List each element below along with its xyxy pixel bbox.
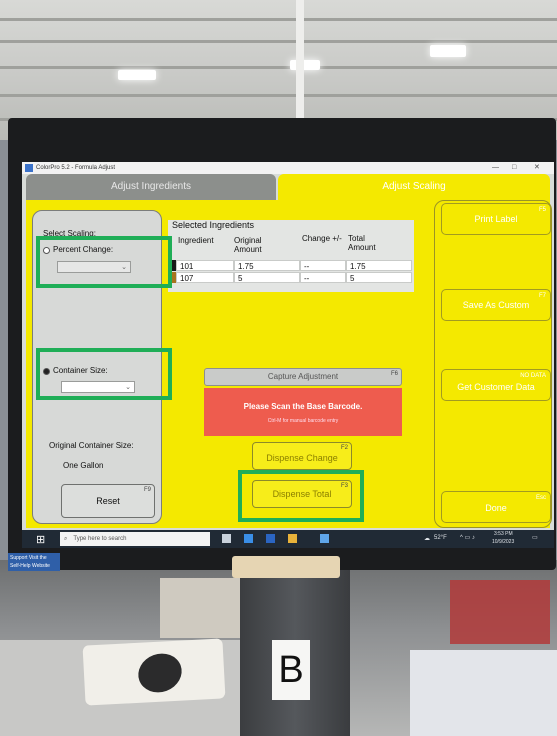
print-label-button[interactable]: Print Label F5: [441, 203, 551, 235]
column-header-original: Original Amount: [234, 236, 262, 254]
chrome-icon[interactable]: [266, 534, 275, 543]
capture-label: Capture Adjustment: [267, 372, 339, 381]
tab-bar: Adjust Ingredients Adjust Scaling: [22, 174, 554, 200]
cell-total: 5: [346, 272, 412, 283]
save-custom-text: Save As Custom: [462, 300, 530, 310]
cell-ingredient: 101: [176, 260, 234, 271]
cell-change: --: [300, 260, 346, 271]
clock-time: 3:53 PM: [494, 531, 513, 537]
weather-icon: ☁: [424, 536, 430, 542]
taskbar: ⊞ ⌕ Type here to search ☁ 52°F ^ ▭ ♪ 3:53…: [22, 530, 554, 548]
column-header-total: Total Amount: [348, 234, 376, 252]
column-header-change: Change +/-: [302, 234, 342, 243]
action-panel: Print Label F5 Save As Custom F7 Get Cus…: [434, 200, 552, 528]
task-view-icon[interactable]: [222, 534, 231, 543]
window-title: ColorPro 5.2 - Formula Adjust: [36, 165, 116, 171]
scan-title: Please Scan the Base Barcode.: [243, 402, 363, 411]
original-container-label: Original Container Size:: [49, 441, 134, 450]
red-cart: [450, 580, 550, 644]
cell-original: 1.75: [234, 260, 300, 271]
highlight-percent-change: [36, 236, 172, 288]
scan-barcode-panel: Please Scan the Base Barcode. Ctrl-M for…: [204, 388, 402, 436]
reset-button[interactable]: Reset F9: [61, 484, 155, 518]
save-as-custom-button[interactable]: Save As Custom F7: [441, 289, 551, 321]
search-placeholder: Type here to search: [73, 536, 127, 542]
get-customer-data-button[interactable]: Get Customer Data NO DATA: [441, 369, 551, 401]
customer-data-text: Get Customer Data: [457, 382, 535, 392]
column-header-ingredient: Ingredient: [178, 236, 214, 245]
colorpro-taskbar-icon[interactable]: [320, 534, 329, 543]
scaling-content: Select Scaling: Percent Change: ⌄ Contai…: [26, 200, 552, 528]
maximize-icon[interactable]: □: [512, 162, 516, 174]
stand-label-band: [232, 556, 340, 578]
reset-label: Reset: [96, 496, 120, 506]
reset-key-label: F9: [143, 487, 151, 493]
table-title: Selected Ingredients: [172, 220, 255, 230]
highlight-dispense-total: [238, 470, 364, 522]
search-icon: ⌕: [64, 536, 68, 542]
highlight-container-size: [36, 348, 172, 400]
done-key-label: Esc: [535, 495, 546, 501]
paper-stack: [410, 650, 557, 736]
ingredients-table: Selected Ingredients Ingredient Original…: [168, 220, 414, 292]
done-text: Done: [485, 503, 507, 513]
scan-subtitle: Ctrl-M for manual barcode entry: [267, 418, 339, 424]
support-sticker: Support Visit the Self-Help Website: [8, 553, 60, 571]
cell-original: 5: [234, 272, 300, 283]
file-cabinet: [160, 578, 242, 638]
close-icon[interactable]: ✕: [534, 162, 540, 174]
tab-adjust-ingredients[interactable]: Adjust Ingredients: [26, 174, 276, 200]
tab-adjust-scaling[interactable]: Adjust Scaling: [278, 174, 550, 200]
tray-icons[interactable]: ^ ▭ ♪: [460, 534, 475, 541]
weather-text: 52°F: [434, 535, 447, 541]
print-key-label: F5: [538, 207, 546, 213]
clock-date: 10/9/2023: [492, 539, 515, 545]
app-icon: [25, 164, 33, 172]
nodata-label: NO DATA: [520, 373, 546, 379]
minimize-icon[interactable]: —: [492, 162, 499, 174]
save-key-label: F7: [538, 293, 546, 299]
edge-icon[interactable]: [244, 534, 253, 543]
window-titlebar: ColorPro 5.2 - Formula Adjust — □ ✕: [22, 162, 554, 174]
original-container-value: One Gallon: [63, 461, 104, 470]
taskbar-search[interactable]: ⌕ Type here to search: [60, 532, 210, 546]
done-button[interactable]: Done Esc: [441, 491, 551, 523]
notification-icon[interactable]: ▭: [532, 534, 538, 541]
print-label-text: Print Label: [474, 214, 518, 224]
dispense-change-label: Dispense Change: [266, 453, 338, 463]
letter-note: B: [272, 640, 310, 700]
cell-total: 1.75: [346, 260, 412, 271]
sticker-text: Support Visit the Self-Help Website: [10, 555, 50, 569]
capture-adjustment-button[interactable]: Capture Adjustment F6: [204, 368, 402, 386]
app-icon[interactable]: [288, 534, 297, 543]
cell-ingredient: 107: [176, 272, 234, 283]
dispense-change-key: F2: [340, 445, 348, 451]
monitor-screen: ColorPro 5.2 - Formula Adjust — □ ✕ Adju…: [22, 162, 554, 530]
cell-change: --: [300, 272, 346, 283]
capture-key-label: F6: [390, 371, 398, 377]
dispense-change-button[interactable]: Dispense Change F2: [252, 442, 352, 470]
windows-start-icon[interactable]: ⊞: [36, 533, 45, 546]
